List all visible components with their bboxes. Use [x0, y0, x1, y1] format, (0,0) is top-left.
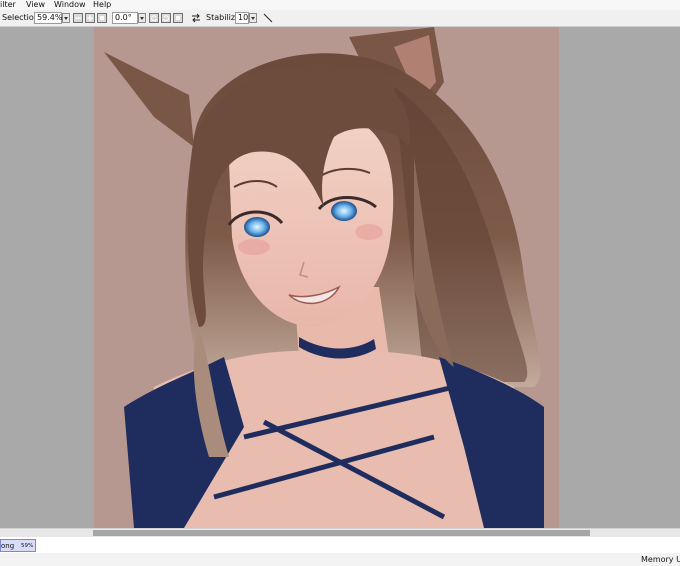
stroke-line-icon[interactable]: [263, 13, 273, 23]
zoom-reset-icon[interactable]: [97, 13, 107, 23]
workspace[interactable]: [0, 27, 680, 528]
menu-help[interactable]: Help: [93, 0, 111, 10]
drawing-canvas[interactable]: [94, 27, 559, 528]
menu-window[interactable]: Window: [54, 0, 86, 10]
flip-horizontal-icon[interactable]: [191, 13, 201, 23]
zoom-field[interactable]: 59.4%: [34, 12, 62, 24]
navigator-label: ong: [1, 542, 15, 550]
zoom-out-icon[interactable]: [73, 13, 83, 23]
rotate-reset-icon[interactable]: [173, 13, 183, 23]
scrollbar-thumb[interactable]: [93, 530, 590, 536]
menu-filter[interactable]: ilter: [0, 0, 16, 10]
stabilizer-dropdown-icon[interactable]: [249, 13, 257, 23]
status-bar: Memory Usa: [0, 553, 680, 566]
zoom-in-icon[interactable]: [85, 13, 95, 23]
rotate-right-icon[interactable]: [161, 13, 171, 23]
toolbar: Selection 59.4% 0.0° Stabilizer 10: [0, 10, 680, 27]
artwork-illustration: [104, 27, 544, 528]
memory-usage-label: Memory Usa: [641, 555, 680, 564]
horizontal-scrollbar[interactable]: [0, 528, 680, 537]
navigator-item[interactable]: ong 59%: [0, 539, 36, 552]
rotation-field[interactable]: 0.0°: [112, 12, 138, 24]
zoom-dropdown-icon[interactable]: [62, 13, 70, 23]
rotation-dropdown-icon[interactable]: [138, 13, 146, 23]
menu-bar: ilter View Window Help: [0, 0, 680, 10]
stabilizer-field[interactable]: 10: [235, 12, 249, 24]
navigator-percent: 59%: [21, 543, 34, 549]
menu-view[interactable]: View: [26, 0, 45, 10]
rotate-left-icon[interactable]: [149, 13, 159, 23]
